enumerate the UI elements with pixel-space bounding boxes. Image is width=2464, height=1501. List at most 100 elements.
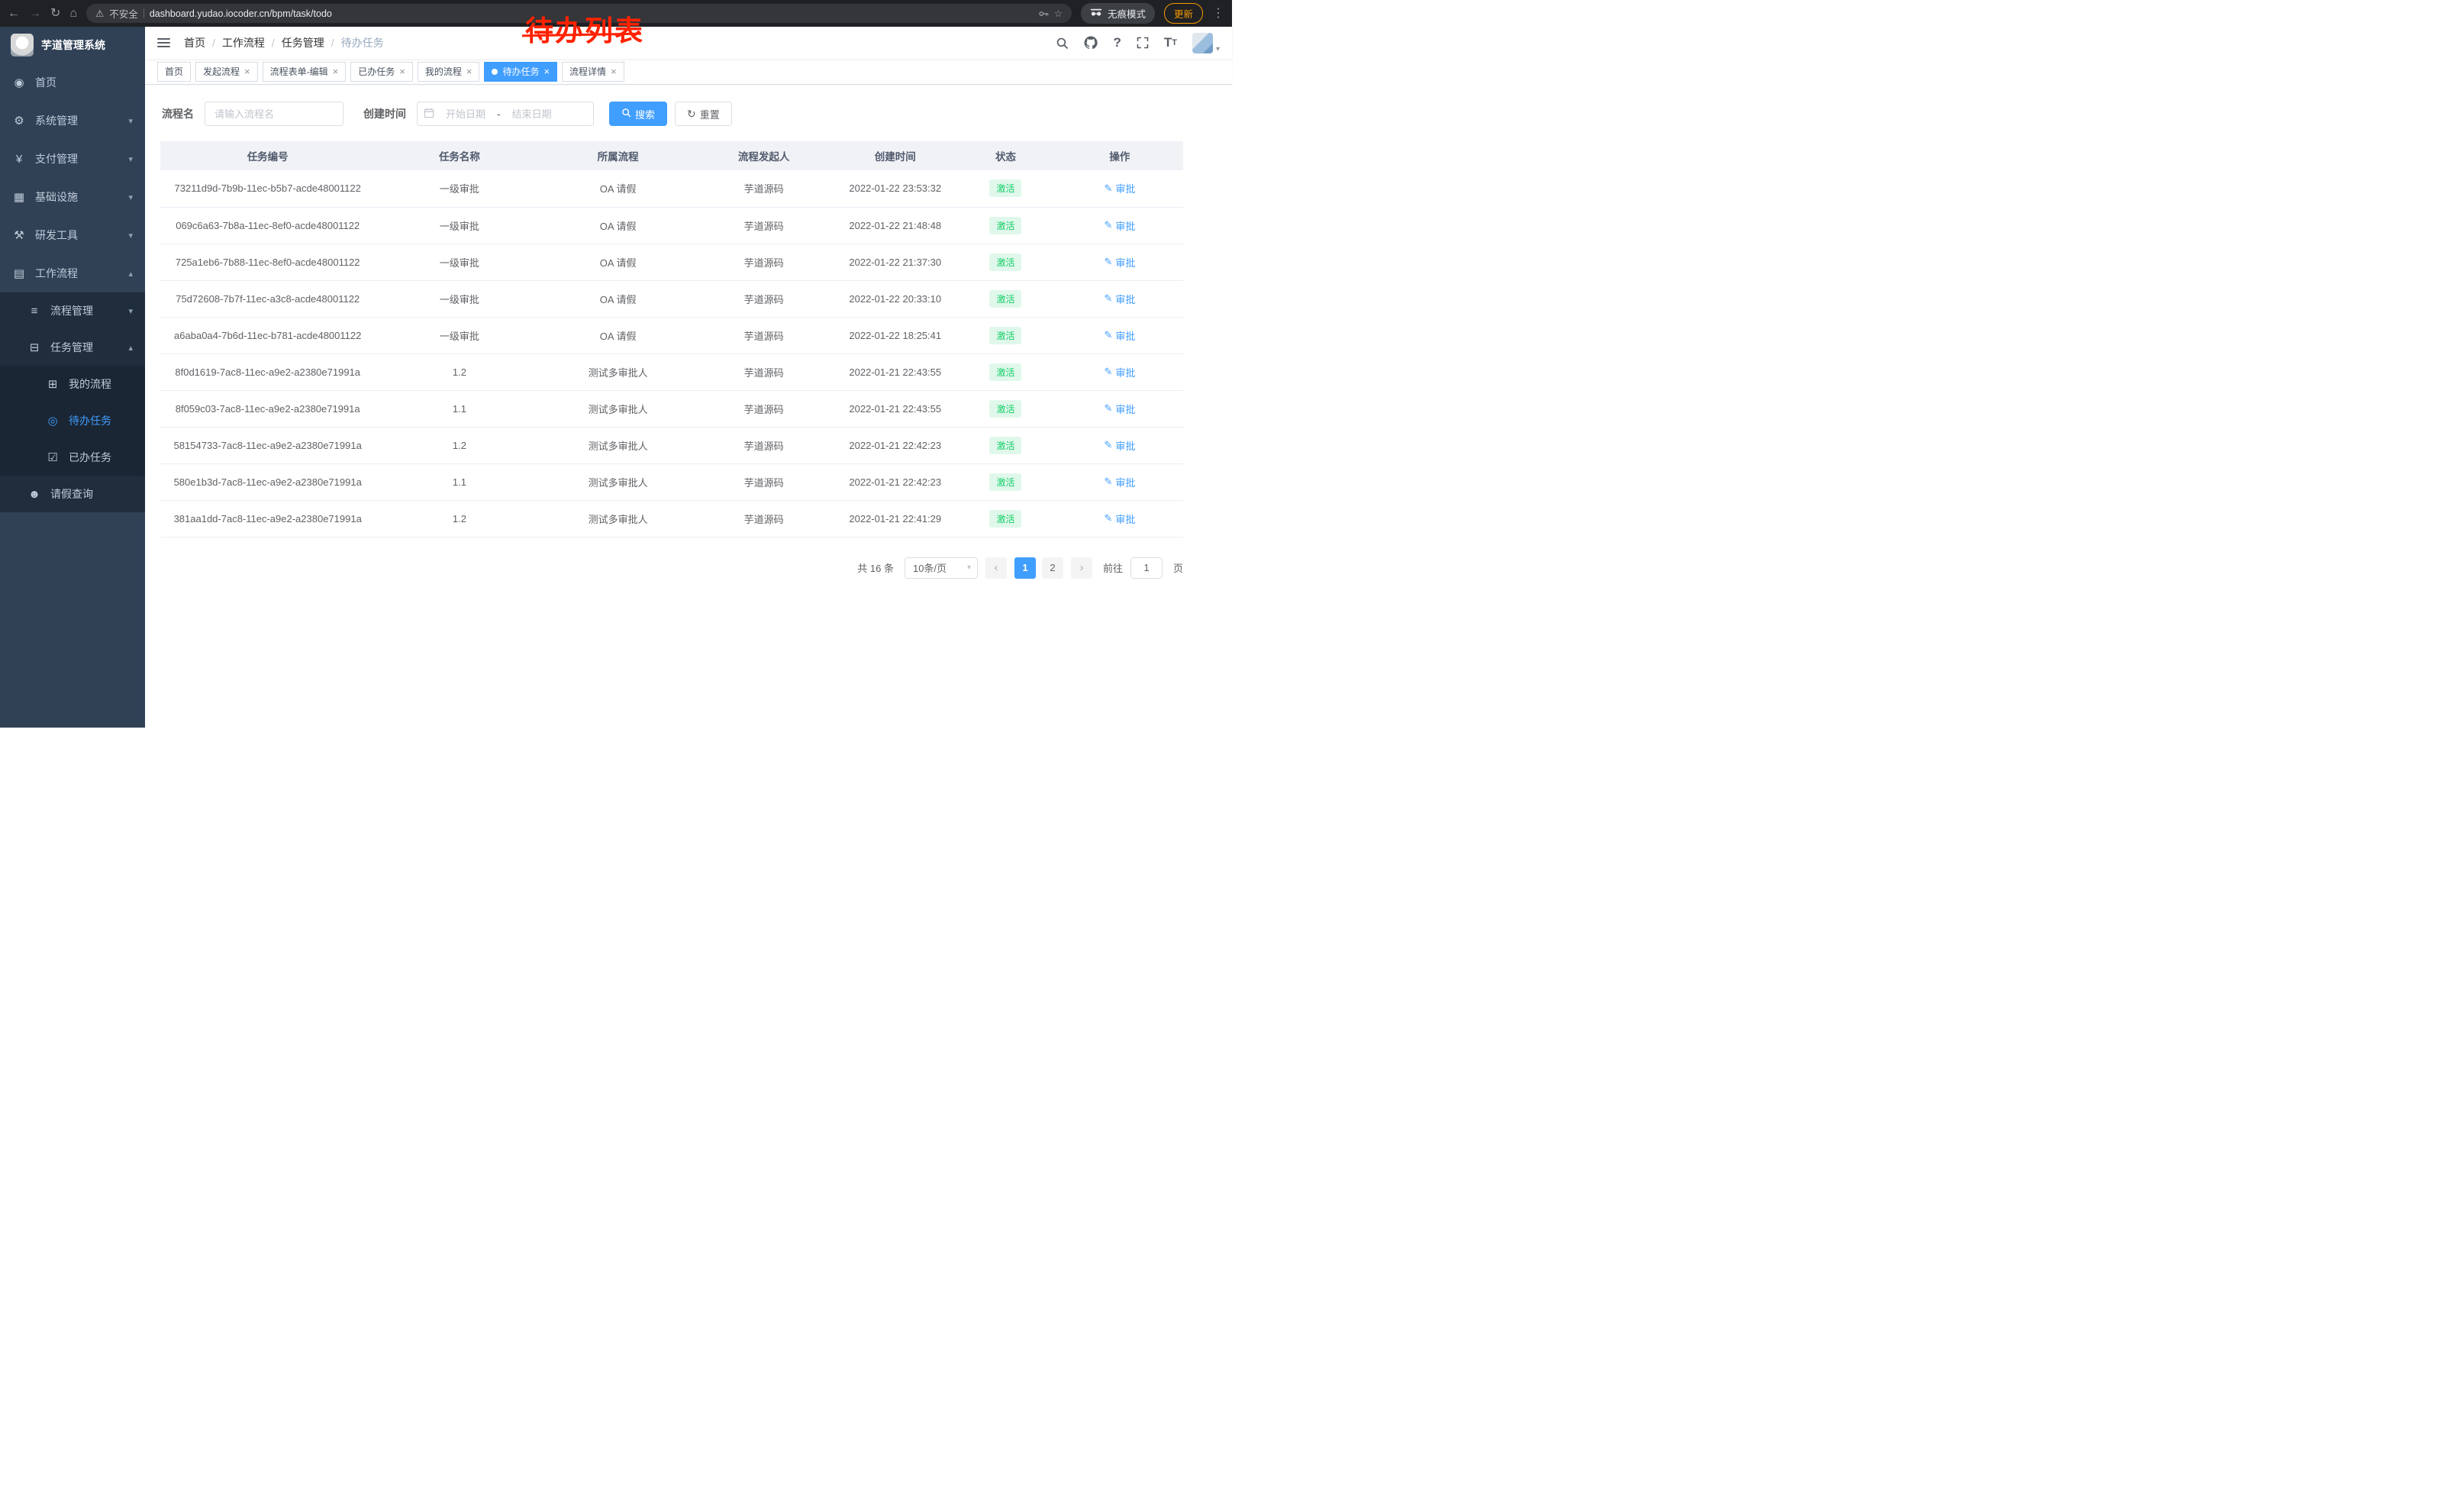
sidebar-item-todo-tasks[interactable]: ◎待办任务 [0, 402, 145, 439]
start-date-input[interactable] [436, 108, 495, 120]
tab-todo-tasks[interactable]: 待办任务 × [484, 62, 557, 82]
task-name-cell: 1.1 [375, 463, 543, 500]
status-badge: 激活 [989, 473, 1021, 491]
page-size-select[interactable]: 10条/页 ▾ [905, 557, 978, 579]
status-cell: 激活 [955, 317, 1056, 353]
breadcrumb-item[interactable]: 首页 [184, 35, 205, 50]
tab-close-icon[interactable]: × [543, 66, 550, 76]
approve-link[interactable]: ✎审批 [1104, 255, 1135, 270]
update-button[interactable]: 更新 [1164, 3, 1203, 24]
breadcrumb-separator: / [272, 37, 275, 49]
url-text: dashboard.yudao.iocoder.cn/bpm/task/todo [150, 8, 332, 19]
goto-label: 前往 [1103, 560, 1123, 575]
sidebar-item-leave-query[interactable]: ☻请假查询 [0, 476, 145, 512]
tab-done-tasks[interactable]: 已办任务× [350, 62, 413, 82]
security-label: 不安全 [109, 6, 138, 21]
reset-button[interactable]: ↻ 重置 [675, 102, 732, 126]
key-icon[interactable] [1038, 8, 1049, 19]
action-cell: ✎审批 [1056, 463, 1183, 500]
tab-my-process[interactable]: 我的流程 × [418, 62, 480, 82]
approve-link-label: 审批 [1115, 292, 1135, 306]
home-button[interactable]: ⌂ [69, 8, 77, 20]
page-size-value: 10条/页 [913, 560, 947, 575]
tab-process-detail[interactable]: 流程详情× [562, 62, 624, 82]
page-button-2[interactable]: 2 [1042, 557, 1063, 579]
search-icon[interactable] [1056, 37, 1069, 50]
breadcrumb-item[interactable]: 任务管理 [282, 35, 324, 50]
goto-suffix: 页 [1173, 560, 1183, 575]
search-button[interactable]: 搜索 [609, 102, 667, 126]
sidebar-item-label: 待办任务 [69, 413, 133, 428]
action-cell: ✎审批 [1056, 207, 1183, 244]
tab-close-icon[interactable]: × [244, 66, 250, 76]
tab-process-form-edit[interactable]: 流程表单-编辑× [263, 62, 347, 82]
sidebar-item-label: 任务管理 [50, 340, 119, 355]
edit-icon: ✎ [1104, 329, 1112, 341]
font-size-icon[interactable]: TT [1164, 35, 1177, 50]
prev-page-button[interactable]: ‹ [985, 557, 1007, 579]
fullscreen-icon[interactable] [1137, 37, 1149, 49]
incognito-label: 无痕模式 [1108, 6, 1146, 21]
process-cell: OA 请假 [543, 280, 692, 317]
sidebar-item-workflow[interactable]: ▤工作流程▴ [0, 254, 145, 292]
address-bar[interactable]: ⚠ 不安全 dashboard.yudao.iocoder.cn/bpm/tas… [86, 4, 1072, 23]
approve-link[interactable]: ✎审批 [1104, 328, 1135, 343]
sidebar-collapse-icon[interactable] [157, 38, 170, 47]
approve-link[interactable]: ✎审批 [1104, 512, 1135, 526]
sidebar-item-my-process[interactable]: ⊞我的流程 [0, 366, 145, 402]
tab-home[interactable]: 首页 [157, 62, 191, 82]
reload-button[interactable]: ↻ [50, 8, 60, 20]
tab-label: 待办任务 [502, 65, 539, 78]
table-row: 8f0d1619-7ac8-11ec-a9e2-a2380e71991a1.2测… [160, 353, 1183, 390]
breadcrumb-item[interactable]: 工作流程 [222, 35, 265, 50]
column-header: 任务编号 [160, 141, 375, 170]
user-avatar[interactable]: ▾ [1192, 33, 1220, 53]
process-name-input[interactable] [205, 102, 343, 126]
created-time-cell: 2022-01-22 21:37:30 [835, 244, 955, 280]
tab-close-icon[interactable]: × [399, 66, 405, 76]
tab-close-icon[interactable]: × [611, 66, 617, 76]
question-icon[interactable]: ? [1113, 35, 1121, 50]
initiator-cell: 芋道源码 [692, 244, 836, 280]
sidebar-item-task-management[interactable]: ⊟任务管理▴ [0, 329, 145, 366]
approve-link-label: 审批 [1115, 328, 1135, 343]
back-button[interactable]: ← [8, 8, 20, 20]
approve-link[interactable]: ✎审批 [1104, 218, 1135, 233]
approve-link[interactable]: ✎审批 [1104, 438, 1135, 453]
task-id-cell: 580e1b3d-7ac8-11ec-a9e2-a2380e71991a [160, 463, 375, 500]
page-button-1[interactable]: 1 [1014, 557, 1036, 579]
approve-link-label: 审批 [1115, 218, 1135, 233]
date-range-picker[interactable]: - [417, 102, 594, 126]
sidebar-item-system-management[interactable]: ⚙系统管理▾ [0, 102, 145, 140]
sidebar-menu: ◉首页⚙系统管理▾¥支付管理▾▦基础设施▾⚒研发工具▾▤工作流程▴≡流程管理▾⊟… [0, 63, 145, 512]
breadcrumb-separator: / [212, 37, 215, 49]
github-icon[interactable] [1084, 36, 1098, 50]
tab-close-icon[interactable]: × [466, 66, 472, 76]
process-cell: OA 请假 [543, 317, 692, 353]
tab-label: 我的流程 [425, 65, 462, 78]
tab-close-icon[interactable]: × [333, 66, 339, 76]
breadcrumb: 首页/工作流程/任务管理/待办任务 [184, 35, 384, 50]
action-cell: ✎审批 [1056, 317, 1183, 353]
goto-page-input[interactable] [1130, 557, 1163, 579]
forward-button[interactable]: → [29, 8, 41, 20]
chevron-up-icon: ▴ [128, 343, 133, 353]
sidebar-item-infrastructure[interactable]: ▦基础设施▾ [0, 178, 145, 216]
sidebar-item-done-tasks[interactable]: ☑已办任务 [0, 439, 145, 476]
sidebar-item-dev-tools[interactable]: ⚒研发工具▾ [0, 216, 145, 254]
approve-link[interactable]: ✎审批 [1104, 292, 1135, 306]
browser-menu-icon[interactable]: ⋮ [1212, 8, 1224, 20]
next-page-button[interactable]: › [1071, 557, 1092, 579]
approve-link[interactable]: ✎审批 [1104, 402, 1135, 416]
table-row: 75d72608-7b7f-11ec-a3c8-acde48001122一级审批… [160, 280, 1183, 317]
sidebar-item-payment-management[interactable]: ¥支付管理▾ [0, 140, 145, 178]
sidebar-item-process-management[interactable]: ≡流程管理▾ [0, 292, 145, 329]
star-icon[interactable]: ☆ [1054, 8, 1063, 19]
end-date-input[interactable] [502, 108, 562, 120]
created-time-cell: 2022-01-21 22:42:23 [835, 463, 955, 500]
sidebar-item-home[interactable]: ◉首页 [0, 63, 145, 102]
approve-link[interactable]: ✎审批 [1104, 475, 1135, 489]
approve-link[interactable]: ✎审批 [1104, 365, 1135, 379]
approve-link[interactable]: ✎审批 [1104, 181, 1135, 195]
tab-start-process[interactable]: 发起流程× [195, 62, 258, 82]
